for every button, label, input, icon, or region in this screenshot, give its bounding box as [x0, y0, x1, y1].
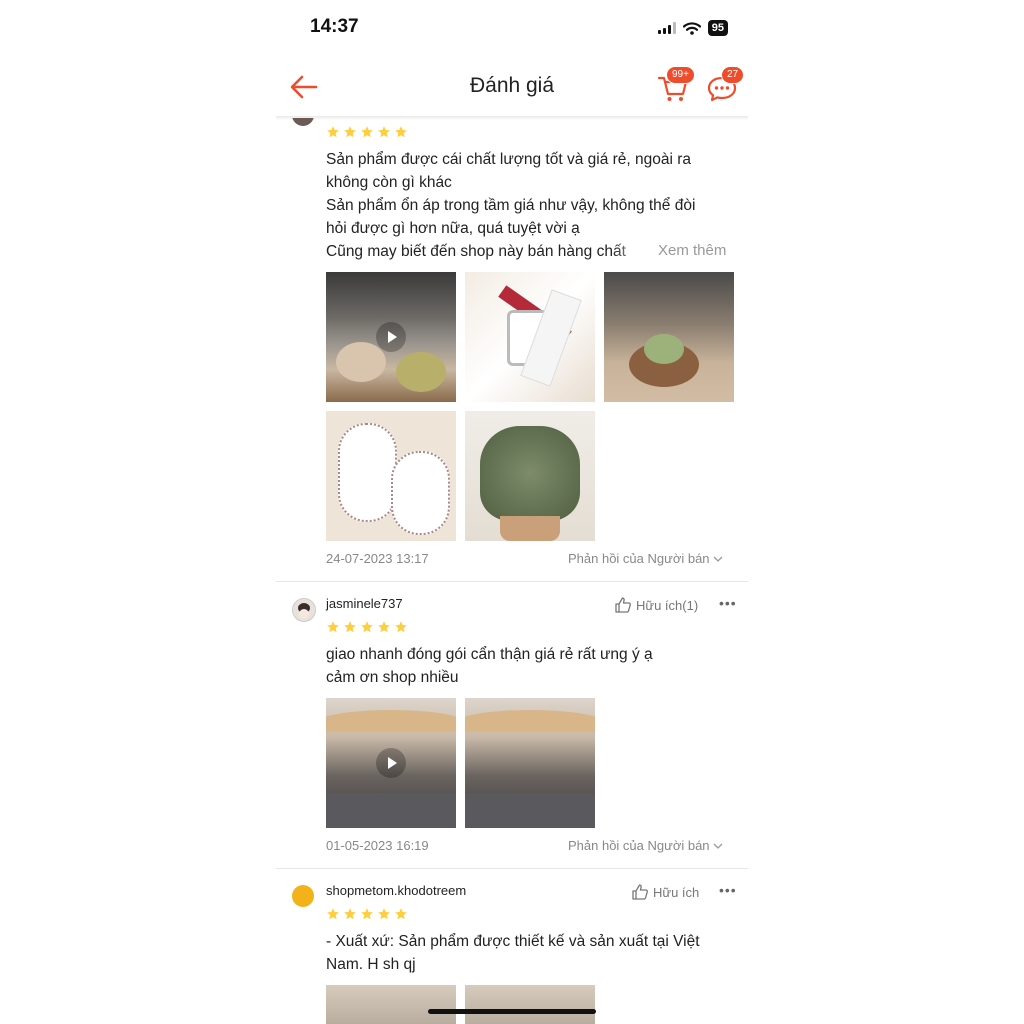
comment-line: không còn gì khác: [326, 174, 452, 191]
review-photo[interactable]: [604, 272, 734, 402]
star-icon: [327, 621, 339, 633]
helpful-button[interactable]: Hữu ích: [631, 883, 699, 901]
review-comment: - Xuất xứ: Sản phẩm được thiết kế và sản…: [326, 930, 736, 976]
battery-indicator: 95: [707, 20, 728, 36]
see-more-link[interactable]: Xem thêm: [652, 242, 727, 259]
comment-line: - Xuất xứ: Sản phẩm được thiết kế và sản…: [326, 933, 700, 950]
rating-stars: [326, 620, 408, 634]
seller-reply-toggle[interactable]: Phản hồi của Người bán: [568, 551, 723, 566]
review-divider: [276, 868, 748, 869]
review-photo[interactable]: [465, 272, 595, 402]
signal-icon: [657, 22, 676, 34]
review-photo[interactable]: [465, 698, 595, 828]
avatar: [292, 598, 316, 622]
thumbs-up-icon: [615, 597, 631, 613]
rating-stars: [326, 125, 408, 139]
rating-stars: [326, 907, 408, 921]
review-photo[interactable]: [465, 411, 595, 541]
cart-badge: 99+: [666, 66, 695, 84]
review-photo[interactable]: [465, 985, 595, 1024]
star-icon: [344, 908, 356, 920]
chevron-down-icon: [713, 843, 723, 849]
star-icon: [395, 908, 407, 920]
comment-line: Sản phẩm được cái chất lượng tốt và giá …: [326, 151, 692, 168]
star-icon: [395, 126, 407, 138]
reviewer-username: shopmetom.khodotreem: [326, 883, 467, 898]
comment-line: giao nhanh đóng gói cẩn thận giá rẻ rất …: [326, 646, 653, 663]
header-divider: [276, 116, 748, 120]
avatar: [292, 885, 314, 907]
chevron-down-icon: [713, 556, 723, 562]
seller-reply-label: Phản hồi của Người bán: [568, 551, 710, 566]
star-icon: [361, 908, 373, 920]
star-icon: [378, 126, 390, 138]
review-date: 24-07-2023 13:17: [326, 551, 429, 566]
star-icon: [344, 126, 356, 138]
star-icon: [344, 621, 356, 633]
helpful-label: Hữu ích(1): [636, 597, 699, 613]
helpful-button[interactable]: Hữu ích(1): [614, 596, 698, 614]
star-icon: [361, 621, 373, 633]
comment-line: cảm ơn shop nhiều: [326, 669, 459, 686]
comment-line: Sản phẩm ổn áp trong tầm giá như vậy, kh…: [326, 197, 696, 214]
seller-reply-toggle[interactable]: Phản hồi của Người bán: [568, 838, 723, 853]
home-indicator[interactable]: [428, 1009, 596, 1014]
reviewer-username: jasminele737: [326, 596, 403, 611]
more-options-icon[interactable]: •••: [719, 595, 737, 611]
comment-line: hỏi được gì hơn nữa, quá tuyệt vời ạ: [326, 220, 580, 237]
review-photo[interactable]: [326, 411, 456, 541]
thumbs-up-icon: [632, 884, 648, 900]
more-options-icon[interactable]: •••: [719, 882, 737, 898]
star-icon: [395, 621, 407, 633]
status-icons: 95: [657, 20, 728, 36]
star-icon: [361, 126, 373, 138]
comment-line: Nam. H sh qj: [326, 956, 416, 973]
status-time: 14:37: [310, 16, 359, 37]
screen: 14:37 95 Đánh giá 99+ 27 Sản phẩm được c…: [276, 0, 748, 1024]
cart-button[interactable]: 99+: [656, 66, 695, 104]
review-video-thumbnail[interactable]: [326, 272, 456, 402]
star-icon: [378, 621, 390, 633]
review-divider: [276, 581, 748, 582]
review-video-thumbnail[interactable]: [326, 698, 456, 828]
play-icon: [376, 748, 406, 778]
review-date: 01-05-2023 16:19: [326, 838, 429, 853]
seller-reply-label: Phản hồi của Người bán: [568, 838, 710, 853]
text-fade: [612, 240, 652, 263]
chat-button[interactable]: 27: [706, 66, 745, 104]
review-photo[interactable]: [326, 985, 456, 1024]
star-icon: [327, 126, 339, 138]
chat-badge: 27: [721, 66, 745, 84]
review-comment: giao nhanh đóng gói cẩn thận giá rẻ rất …: [326, 643, 736, 689]
wifi-icon: [682, 21, 701, 35]
play-icon: [376, 322, 406, 352]
star-icon: [378, 908, 390, 920]
star-icon: [327, 908, 339, 920]
header: Đánh giá 99+ 27: [276, 60, 748, 116]
helpful-label: Hữu ích: [653, 884, 700, 900]
